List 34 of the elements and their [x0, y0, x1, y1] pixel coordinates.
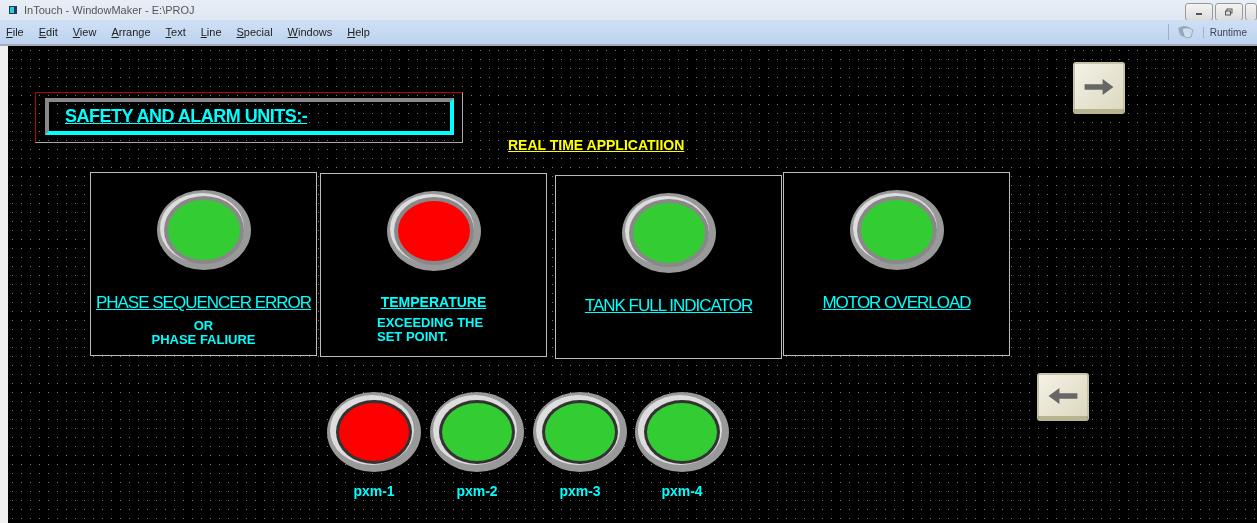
minimize-button[interactable]: [1185, 3, 1213, 21]
restore-icon: [1224, 7, 1234, 17]
pump-label: pxm-3: [559, 483, 601, 499]
window-title: InTouch - WindowMaker - E:\PROJ: [24, 4, 196, 16]
right-arrow-icon: [1082, 77, 1116, 96]
menu-item[interactable]: File: [6, 26, 24, 38]
app-icon: [8, 5, 18, 15]
menu-item[interactable]: View: [72, 26, 97, 38]
pump-label: pxm-2: [456, 483, 498, 499]
menu-item[interactable]: Text: [165, 26, 186, 38]
menu-item[interactable]: Windows: [287, 26, 333, 38]
alarm-title: PHASE SEQUENCER ERROR: [95, 293, 312, 313]
alarm-title: TANK FULL INDICATOR: [584, 296, 753, 316]
next-button[interactable]: [1073, 62, 1125, 114]
menu-item[interactable]: Edit: [38, 26, 58, 38]
menu-item[interactable]: Help: [347, 26, 370, 38]
back-button[interactable]: [1037, 373, 1089, 421]
close-button[interactable]: [1245, 3, 1257, 21]
pump-label: pxm-4: [661, 483, 703, 499]
runtime-button[interactable]: Runtime: [1202, 26, 1247, 38]
menu-item[interactable]: Special: [236, 26, 273, 38]
menu-item[interactable]: Arrange: [111, 26, 151, 38]
subtitle: REAL TIME APPLICATIION: [508, 137, 685, 153]
menu-item[interactable]: Line: [200, 26, 222, 38]
alarm-note: EXCEEDING THE: [377, 316, 484, 330]
alarm-title: MOTOR OVERLOAD: [822, 293, 971, 313]
alarm-note: SET POINT.: [377, 330, 448, 344]
header-title: SAFETY AND ALARM UNITS:-: [65, 106, 308, 127]
alarm-note: OR: [193, 319, 214, 333]
pump-label: pxm-1: [353, 483, 395, 499]
left-arrow-icon: [1046, 386, 1080, 405]
alarm-title: TEMPERATURE: [380, 294, 487, 310]
restore-button[interactable]: [1215, 3, 1243, 21]
alarm-note: PHASE FALIURE: [151, 333, 256, 347]
